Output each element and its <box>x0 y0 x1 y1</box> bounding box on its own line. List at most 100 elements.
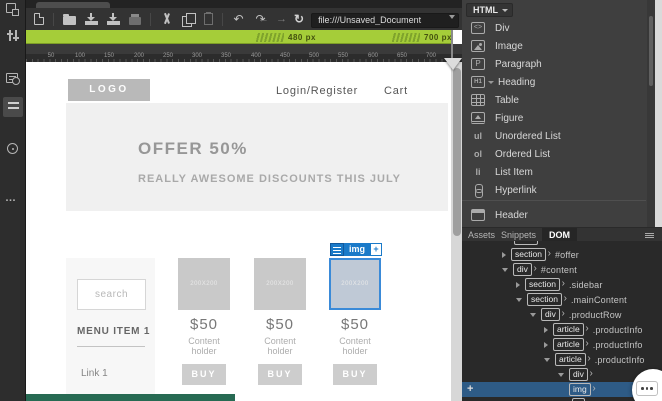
sidebar-link[interactable]: Link 1 <box>81 368 108 379</box>
insert-item-div[interactable]: Div <box>462 19 646 37</box>
dom-panel-icon[interactable] <box>8 100 22 114</box>
insert-panel-scrollbar[interactable] <box>647 0 655 227</box>
unordered-list-icon: ul <box>474 131 482 141</box>
viewport-scrubber-stem[interactable] <box>451 30 453 58</box>
cut-icon[interactable] <box>160 13 173 26</box>
collapse-arrow-icon[interactable] <box>516 281 520 288</box>
collapse-arrow-icon[interactable] <box>502 251 506 258</box>
properties-sliders-icon[interactable] <box>6 29 20 43</box>
collapse-arrow-icon[interactable] <box>544 326 548 333</box>
design-logo[interactable]: LOGO <box>68 79 150 101</box>
product-image-placeholder[interactable]: 200X200 <box>178 258 230 310</box>
insert-item-header[interactable]: Header <box>462 206 646 224</box>
address-bar <box>311 10 460 28</box>
horizontal-ruler: 50 100 150 200 250 300 350 400 450 500 5… <box>26 53 462 62</box>
print-icon[interactable] <box>129 14 141 25</box>
sidebar-divider <box>77 346 145 347</box>
browser-nav-group: ← → ↻ <box>258 8 460 30</box>
copy-icon[interactable] <box>182 12 196 27</box>
insert-item-paragraph[interactable]: Paragraph <box>462 55 646 73</box>
dom-row-content[interactable]: div #content <box>462 262 662 277</box>
expand-arrow-icon[interactable] <box>516 297 522 302</box>
tab-snippets[interactable]: Snippets <box>501 228 536 242</box>
dom-row-div[interactable]: div <box>462 367 662 382</box>
hyperlink-icon <box>471 184 485 198</box>
undo-icon[interactable]: ↶ <box>232 12 245 26</box>
new-file-icon[interactable] <box>34 13 44 25</box>
refresh-icon[interactable]: ↻ <box>294 12 304 26</box>
product-card-selected: img + 200X200 $50 Content holder BUY <box>329 243 383 385</box>
forward-icon[interactable]: → <box>276 13 287 25</box>
dom-row-productrow[interactable]: div .productRow <box>462 307 662 322</box>
scrollbar-thumb[interactable] <box>452 68 461 236</box>
insert-item-heading[interactable]: Heading <box>462 73 646 91</box>
insert-item-list-item[interactable]: li List Item <box>462 163 646 181</box>
product-image-placeholder[interactable]: 200X200 <box>254 258 306 310</box>
dom-add-element-button[interactable]: + <box>467 383 473 395</box>
panels-icon[interactable] <box>6 3 19 16</box>
address-input[interactable] <box>311 12 460 28</box>
buy-button[interactable]: BUY <box>333 364 377 385</box>
tab-assets[interactable]: Assets <box>468 228 495 242</box>
insert-item-ordered-list[interactable]: ol Ordered List <box>462 145 646 163</box>
design-login-link[interactable]: Login/Register <box>276 85 358 97</box>
toolbar-separator <box>53 12 54 26</box>
product-price: $50 <box>340 316 370 333</box>
product-image-placeholder-selected[interactable]: 200X200 <box>329 258 381 310</box>
insert-item-hyperlink[interactable]: Hyperlink <box>462 181 646 199</box>
design-offer-section[interactable]: OFFER 50% REALLY AWESOME DISCOUNTS THIS … <box>66 103 448 211</box>
heading-dropdown-icon[interactable] <box>488 80 494 84</box>
save-icon[interactable] <box>85 13 98 25</box>
product-description: Content holder <box>339 336 371 356</box>
live-view-scrollbar[interactable] <box>451 62 462 401</box>
design-cart-link[interactable]: Cart <box>384 85 408 97</box>
viewport-size-bar[interactable]: 480 px 700 px <box>26 30 452 44</box>
element-tag-label[interactable]: img <box>344 243 371 256</box>
insert-category-dropdown[interactable]: HTML <box>466 3 513 17</box>
cc-libraries-icon[interactable] <box>6 73 20 85</box>
insert-item-unordered-list[interactable]: ul Unordered List <box>462 127 646 145</box>
dom-row-sidebar[interactable]: section .sidebar <box>462 277 662 292</box>
product-description: Content holder <box>188 336 220 356</box>
scrollbar-thumb[interactable] <box>649 16 653 86</box>
insert-item-image[interactable]: Image <box>462 37 646 55</box>
expand-arrow-icon[interactable] <box>558 372 564 377</box>
insert-item-figure[interactable]: Figure <box>462 109 646 127</box>
address-dropdown-icon[interactable] <box>449 15 456 19</box>
ruler-tick-label: 150 <box>103 53 114 59</box>
more-panels-icon[interactable]: … <box>5 192 19 206</box>
viewport-scrubber-handle[interactable] <box>444 58 462 70</box>
dom-row-productinfo-2[interactable]: article .productInfo <box>462 337 662 352</box>
insert-item-table[interactable]: Table <box>462 91 646 109</box>
extract-target-icon[interactable] <box>7 143 18 154</box>
element-hamburger-icon[interactable] <box>330 243 344 256</box>
paste-icon[interactable] <box>204 12 213 25</box>
breakpoint-chevrons-icon <box>392 32 420 42</box>
ruler-tick-label: 350 <box>220 53 231 59</box>
main-toolbar: ↶ ↷ ← → ↻ <box>26 8 462 30</box>
dom-row-price[interactable]: p .price <box>462 397 662 401</box>
expand-arrow-icon[interactable] <box>530 312 536 317</box>
buy-button[interactable]: BUY <box>258 364 302 385</box>
collapse-arrow-icon[interactable] <box>544 341 548 348</box>
open-file-icon[interactable] <box>63 14 76 25</box>
dom-row-productinfo-3[interactable]: article .productInfo <box>462 352 662 367</box>
design-sidebar[interactable]: MENU ITEM 1 Link 1 <box>66 258 155 401</box>
tab-dom[interactable]: DOM <box>542 228 577 242</box>
back-icon[interactable]: ← <box>258 13 269 25</box>
element-add-button[interactable]: + <box>370 243 383 256</box>
dom-row-maincontent[interactable]: section .mainContent <box>462 292 662 307</box>
buy-button[interactable]: BUY <box>182 364 226 385</box>
save-all-icon[interactable] <box>107 13 120 25</box>
breakpoint-700-marker: 700 px <box>392 30 452 44</box>
dom-row-productinfo-1[interactable]: article .productInfo <box>462 322 662 337</box>
dom-row-offer[interactable]: section #offer <box>462 247 662 262</box>
expand-arrow-icon[interactable] <box>502 267 508 272</box>
dom-tree: section #offer div #content section .sid… <box>462 241 662 401</box>
ruler-tick-label: 50 <box>47 53 55 59</box>
expand-arrow-icon[interactable] <box>544 357 550 362</box>
panel-menu-icon[interactable] <box>645 233 654 238</box>
toolbar-separator <box>150 12 151 26</box>
offer-subtitle: REALLY AWESOME DISCOUNTS THIS JULY <box>138 173 402 185</box>
search-input[interactable] <box>77 279 146 310</box>
